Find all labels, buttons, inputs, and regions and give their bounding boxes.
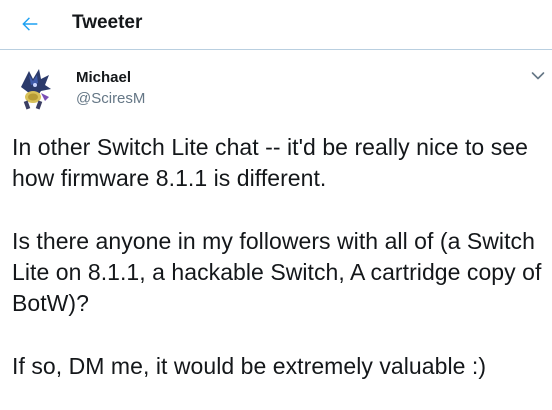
avatar-image (11, 63, 61, 113)
chevron-down-icon (531, 72, 545, 80)
author-handle[interactable]: @SciresM (76, 90, 145, 107)
back-button[interactable] (17, 11, 43, 37)
tweet-menu-button[interactable] (528, 68, 548, 84)
tweet-text: In other Switch Lite chat -- it'd be rea… (12, 134, 542, 380)
page-title: Tweeter (72, 12, 143, 33)
arrow-left-icon (22, 17, 38, 31)
avatar[interactable] (11, 63, 61, 113)
author-name[interactable]: Michael (76, 69, 131, 86)
top-bar: Tweeter (0, 0, 552, 50)
